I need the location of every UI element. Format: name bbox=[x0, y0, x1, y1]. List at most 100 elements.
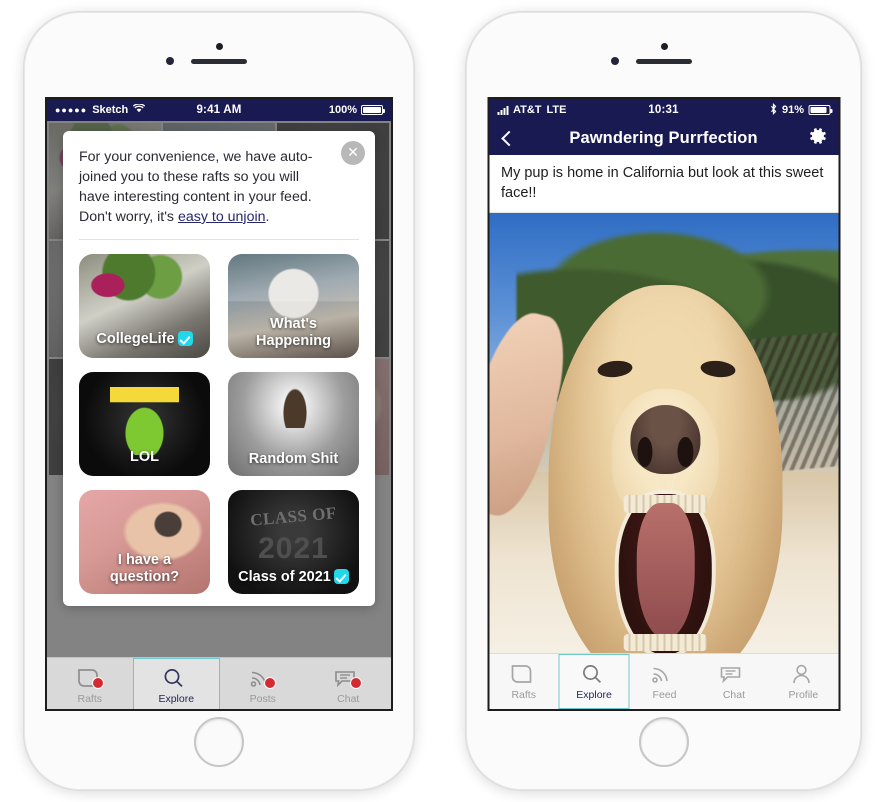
tab-label: Chat bbox=[337, 692, 360, 705]
status-bar-left: ●●●●● Sketch 9:41 AM 100% bbox=[47, 99, 391, 121]
raft-icon bbox=[75, 667, 105, 691]
modal-divider bbox=[79, 239, 359, 240]
raft-tile-label: LOL bbox=[130, 449, 159, 465]
home-button[interactable] bbox=[194, 717, 244, 767]
close-icon[interactable]: ✕ bbox=[341, 141, 365, 165]
gear-icon[interactable] bbox=[806, 125, 828, 152]
screen-right: AT&T LTE 10:31 91% Pawndering Purrfectio… bbox=[487, 97, 840, 711]
tab-label: Profile bbox=[788, 688, 819, 701]
chat-icon bbox=[719, 663, 749, 687]
post-photo[interactable] bbox=[489, 213, 838, 660]
dog-nostril-right bbox=[677, 436, 694, 467]
tab-feed[interactable]: Feed bbox=[630, 654, 699, 709]
network-type-label: LTE bbox=[546, 104, 567, 116]
raft-tile-label: CollegeLife bbox=[79, 331, 210, 348]
tab-bar-right: Rafts Explore Feed Chat Profile bbox=[489, 653, 838, 709]
joined-rafts-grid: CollegeLife What's Happening LOL Random … bbox=[79, 254, 359, 594]
rss-icon bbox=[650, 663, 680, 687]
tab-label: Posts bbox=[249, 692, 276, 705]
battery-icon bbox=[361, 105, 385, 115]
page-title: Pawndering Purrfection bbox=[569, 128, 758, 147]
raft-tile-label: What's Happening bbox=[256, 316, 331, 349]
raft-tile-whats-happening[interactable]: What's Happening bbox=[228, 254, 359, 358]
tab-rafts[interactable]: Rafts bbox=[489, 654, 558, 709]
carrier-label: Sketch bbox=[92, 104, 129, 116]
search-icon bbox=[161, 667, 191, 691]
proximity-sensor-icon bbox=[660, 43, 668, 50]
auto-join-modal: ✕ For your convenience, we have auto-joi… bbox=[63, 131, 375, 606]
status-bar-right: AT&T LTE 10:31 91% bbox=[489, 99, 838, 121]
status-bar-left-group: AT&T LTE bbox=[497, 104, 566, 116]
signal-bars-icon bbox=[497, 105, 508, 115]
notification-badge bbox=[350, 676, 363, 689]
home-button[interactable] bbox=[638, 717, 689, 767]
tab-profile[interactable]: Profile bbox=[769, 654, 838, 709]
dog-open-mouth bbox=[618, 493, 713, 655]
screenshot-canvas: ●●●●● Sketch 9:41 AM 100% CLASS OF 2021 … bbox=[0, 0, 887, 802]
tab-posts[interactable]: Posts bbox=[220, 658, 306, 709]
tab-label: Rafts bbox=[511, 688, 536, 701]
carrier-label: AT&T bbox=[513, 104, 542, 116]
dog-head bbox=[548, 284, 783, 660]
modal-message: For your convenience, we have auto-joine… bbox=[79, 147, 359, 227]
notification-badge bbox=[263, 676, 276, 689]
chat-icon bbox=[333, 667, 363, 691]
raft-tile-label: I have a question? bbox=[109, 552, 180, 585]
dog-lower-teeth bbox=[624, 633, 707, 652]
notification-badge bbox=[91, 676, 104, 689]
front-camera-icon bbox=[610, 57, 619, 65]
raft-tile-lol[interactable]: LOL bbox=[79, 372, 210, 476]
tab-label: Explore bbox=[158, 692, 195, 705]
battery-icon bbox=[808, 105, 832, 115]
modal-text-part2: . bbox=[265, 209, 270, 225]
dog-nostril-left bbox=[637, 436, 653, 467]
tab-chat[interactable]: Chat bbox=[306, 658, 392, 709]
status-bar-right-group: 100% bbox=[328, 104, 385, 116]
battery-percent-label: 100% bbox=[328, 104, 357, 116]
raft-tile-collegelife[interactable]: CollegeLife bbox=[79, 254, 210, 358]
status-bar-left-group: ●●●●● Sketch bbox=[55, 103, 146, 116]
raft-tile-label: Random Shit bbox=[248, 451, 339, 467]
verified-badge-icon bbox=[333, 569, 349, 584]
nav-bar: Pawndering Purrfection bbox=[489, 121, 838, 155]
proximity-sensor-icon bbox=[216, 43, 223, 50]
tab-explore[interactable]: Explore bbox=[558, 654, 630, 709]
tab-label: Explore bbox=[576, 688, 612, 701]
battery-percent-label: 91% bbox=[781, 104, 804, 116]
dog-eye-right bbox=[699, 359, 737, 379]
raft-icon bbox=[509, 663, 539, 687]
person-icon bbox=[788, 663, 818, 687]
signal-dots-icon: ●●●●● bbox=[55, 105, 88, 115]
easy-to-unjoin-link[interactable]: easy to unjoin bbox=[178, 209, 266, 225]
raft-tile-random-shit[interactable]: Random Shit bbox=[228, 372, 359, 476]
tab-rafts[interactable]: Rafts bbox=[47, 658, 133, 709]
status-bar-right-group: 91% bbox=[770, 102, 832, 118]
raft-label-text: CollegeLife bbox=[96, 331, 175, 347]
dog-tongue bbox=[636, 503, 695, 639]
raft-tile-i-have-a-question[interactable]: I have a question? bbox=[79, 490, 210, 594]
earpiece-speaker bbox=[635, 59, 692, 64]
tab-label: Feed bbox=[652, 688, 677, 701]
raft-tile-class-of-2021[interactable]: Class of 2021 bbox=[228, 490, 359, 594]
raft-label-text: Class of 2021 bbox=[238, 569, 331, 585]
screen-left: ●●●●● Sketch 9:41 AM 100% CLASS OF 2021 … bbox=[45, 97, 393, 711]
rss-icon bbox=[248, 667, 278, 691]
tab-label: Rafts bbox=[77, 692, 102, 705]
explore-screen-body: ✕ For your convenience, we have auto-joi… bbox=[47, 121, 392, 709]
post-caption: My pup is home in California but look at… bbox=[489, 155, 838, 213]
dog-eye-left bbox=[596, 359, 634, 379]
tab-label: Chat bbox=[722, 688, 746, 701]
bluetooth-icon bbox=[770, 102, 778, 118]
verified-badge-icon bbox=[177, 331, 193, 346]
phone-device-right: AT&T LTE 10:31 91% Pawndering Purrfectio… bbox=[466, 12, 861, 790]
tab-chat[interactable]: Chat bbox=[699, 654, 768, 709]
phone-device-left: ●●●●● Sketch 9:41 AM 100% CLASS OF 2021 … bbox=[24, 12, 414, 790]
raft-tile-label: Class of 2021 bbox=[228, 569, 359, 586]
back-chevron-icon[interactable] bbox=[500, 130, 517, 146]
tab-explore[interactable]: Explore bbox=[132, 658, 220, 709]
search-icon bbox=[579, 663, 609, 687]
wifi-icon bbox=[133, 103, 146, 116]
front-camera-icon bbox=[166, 57, 174, 65]
earpiece-speaker bbox=[191, 59, 247, 64]
tab-bar-left: Rafts Explore Posts Chat bbox=[47, 657, 392, 709]
